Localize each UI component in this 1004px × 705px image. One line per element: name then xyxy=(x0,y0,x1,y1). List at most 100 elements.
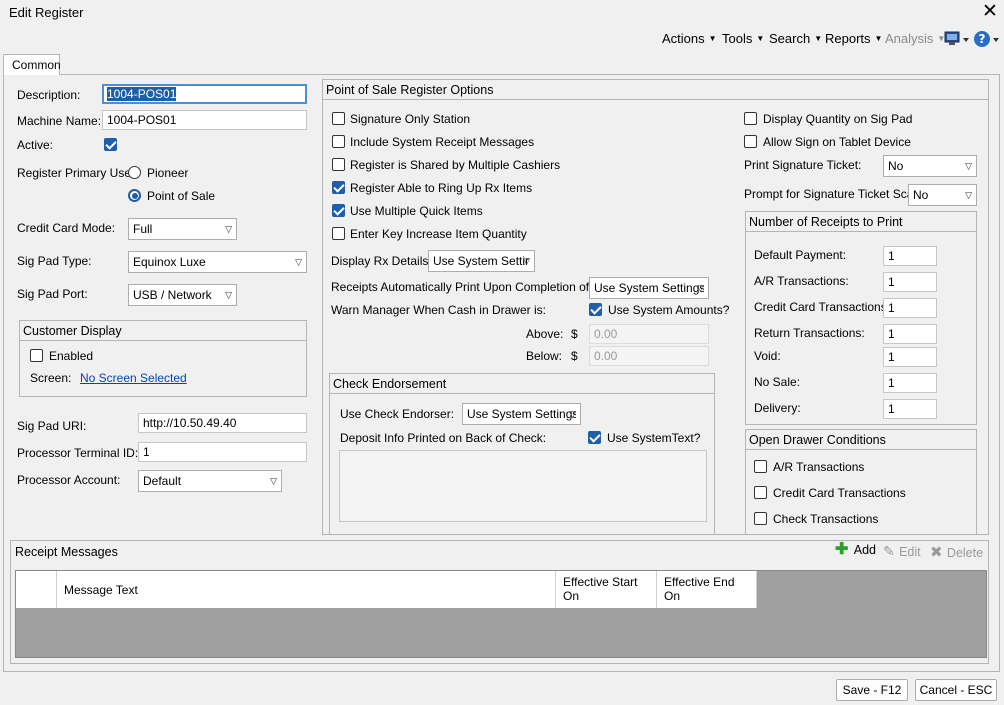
sig-pad-type-value: Equinox Luxe xyxy=(133,255,206,269)
sig-pad-port-select[interactable]: USB / Network ▽ xyxy=(128,284,237,306)
column-header-message-text[interactable]: Message Text xyxy=(57,571,556,608)
terminal-id-field[interactable]: 1 xyxy=(138,442,307,462)
drawer-check-checkbox[interactable] xyxy=(754,512,767,525)
column-header-label: Effective Start On xyxy=(563,575,638,603)
column-header-effective-start[interactable]: Effective Start On xyxy=(556,571,657,608)
menu-reports[interactable]: Reports ▼ xyxy=(825,31,882,47)
customer-display-enabled-checkbox[interactable] xyxy=(30,349,43,362)
receipts-row-label: Delivery: xyxy=(754,401,801,415)
no-sale-field[interactable]: 1 xyxy=(883,373,937,393)
use-endorser-select[interactable]: Use System Settings ▽ xyxy=(462,403,581,425)
customer-display-enabled-label: Enabled xyxy=(49,349,94,363)
description-label: Description: xyxy=(17,88,81,102)
description-field[interactable]: 1004-POS01 xyxy=(102,84,307,104)
below-amount-value: 0.00 xyxy=(594,349,618,363)
add-button[interactable]: ✚ Add xyxy=(835,542,876,561)
primary-use-pos-radio[interactable] xyxy=(128,189,141,202)
row-selector-header xyxy=(16,571,57,608)
void-field[interactable]: 1 xyxy=(883,347,937,367)
use-system-text-checkbox[interactable] xyxy=(588,431,601,444)
cancel-button[interactable]: Cancel - ESC xyxy=(915,679,997,701)
receipts-row-label: No Sale: xyxy=(754,375,801,389)
enter-key-increase-label: Enter Key Increase Item Quantity xyxy=(350,227,527,241)
credit-card-transactions-field[interactable]: 1 xyxy=(883,298,937,318)
void-value: 1 xyxy=(888,350,895,364)
sig-pad-type-label: Sig Pad Type: xyxy=(17,254,92,268)
drawer-credit-card-label: Credit Card Transactions xyxy=(773,486,906,500)
use-system-amounts-checkbox[interactable] xyxy=(589,303,602,316)
menu-tools[interactable]: Tools ▼ xyxy=(722,31,764,47)
menu-actions[interactable]: Actions ▼ xyxy=(662,31,717,47)
menu-search[interactable]: Search ▼ xyxy=(769,31,822,47)
menu-analysis: Analysis ▼ xyxy=(885,31,945,47)
include-system-receipt-checkbox[interactable] xyxy=(332,135,345,148)
delivery-field[interactable]: 1 xyxy=(883,399,937,419)
use-endorser-value: Use System Settings xyxy=(467,407,576,421)
below-amount-field: 0.00 xyxy=(589,346,709,366)
processor-account-select[interactable]: Default ▽ xyxy=(138,470,282,492)
sig-pad-uri-field[interactable]: http://10.50.49.40 xyxy=(138,413,307,433)
display-rx-select[interactable]: Use System Settir ▽ xyxy=(428,250,535,272)
chevron-down-icon: ▼ xyxy=(874,34,883,43)
help-icon[interactable]: ? xyxy=(974,30,1000,48)
delete-button[interactable]: ✖ Delete xyxy=(930,543,983,561)
multiple-quick-items-label: Use Multiple Quick Items xyxy=(350,204,483,218)
credit-card-mode-select[interactable]: Full ▽ xyxy=(128,218,237,240)
customer-display-title: Customer Display xyxy=(23,324,122,338)
ring-up-rx-label: Register Able to Ring Up Rx Items xyxy=(350,181,533,195)
description-value: 1004-POS01 xyxy=(107,87,177,101)
display-rx-value: Use System Settir xyxy=(433,254,530,268)
display-qty-sigpad-checkbox[interactable] xyxy=(744,112,757,125)
allow-tablet-checkbox[interactable] xyxy=(744,135,757,148)
signature-only-checkbox[interactable] xyxy=(332,112,345,125)
open-drawer-title: Open Drawer Conditions xyxy=(749,433,886,447)
x-icon: ✖ xyxy=(930,544,943,561)
print-sig-ticket-value: No xyxy=(888,159,904,173)
drawer-credit-card-checkbox[interactable] xyxy=(754,486,767,499)
enter-key-increase-checkbox[interactable] xyxy=(332,227,345,240)
primary-use-label: Register Primary Use: xyxy=(17,166,135,180)
check-endorsement-title: Check Endorsement xyxy=(333,377,447,391)
machine-name-field[interactable]: 1004-POS01 xyxy=(102,110,307,130)
receipts-auto-label: Receipts Automatically Print Upon Comple… xyxy=(331,280,620,294)
below-label: Below: xyxy=(526,349,563,363)
print-sig-ticket-select[interactable]: No ▽ xyxy=(883,155,977,177)
primary-use-pioneer-radio[interactable] xyxy=(128,166,141,179)
use-system-amounts-label: Use System Amounts? xyxy=(608,303,730,317)
processor-account-label: Processor Account: xyxy=(17,473,121,487)
default-payment-field[interactable]: 1 xyxy=(883,246,937,266)
column-header-effective-end[interactable]: Effective End On xyxy=(657,571,757,608)
sig-pad-type-select[interactable]: Equinox Luxe ▽ xyxy=(128,251,307,273)
chevron-down-icon: ▼ xyxy=(814,34,823,43)
deposit-info-textarea[interactable] xyxy=(339,450,707,522)
display-rx-label: Display Rx Details: xyxy=(331,254,432,268)
edit-button[interactable]: ✎ Edit xyxy=(883,543,921,561)
shared-register-checkbox[interactable] xyxy=(332,158,345,171)
close-icon[interactable]: ✕ xyxy=(982,2,998,22)
allow-tablet-label: Allow Sign on Tablet Device xyxy=(763,135,911,149)
shared-register-label: Register is Shared by Multiple Cashiers xyxy=(350,158,561,172)
receipt-messages-title: Receipt Messages xyxy=(15,545,118,559)
ar-transactions-value: 1 xyxy=(888,275,895,289)
drawer-ar-checkbox[interactable] xyxy=(754,460,767,473)
machine-name-value: 1004-POS01 xyxy=(107,113,177,127)
pos-options-title: Point of Sale Register Options xyxy=(326,83,494,97)
credit-card-transactions-value: 1 xyxy=(888,301,895,315)
menu-search-label: Search xyxy=(769,31,811,46)
sig-pad-port-label: Sig Pad Port: xyxy=(17,287,88,301)
tab-common[interactable]: Common xyxy=(3,54,61,75)
receipt-messages-grid[interactable]: Message Text Effective Start On Effectiv… xyxy=(15,570,987,658)
ring-up-rx-checkbox[interactable] xyxy=(332,181,345,194)
drawer-check-label: Check Transactions xyxy=(773,512,879,526)
no-screen-selected-link[interactable]: No Screen Selected xyxy=(80,371,187,385)
save-button[interactable]: Save - F12 xyxy=(836,679,908,701)
multiple-quick-items-checkbox[interactable] xyxy=(332,204,345,217)
return-transactions-field[interactable]: 1 xyxy=(883,324,937,344)
prompt-sig-scan-select[interactable]: No ▽ xyxy=(908,184,977,206)
signature-only-label: Signature Only Station xyxy=(350,112,471,126)
active-checkbox[interactable] xyxy=(104,138,117,151)
above-label: Above: xyxy=(526,327,564,341)
register-device-icon[interactable] xyxy=(944,30,970,48)
ar-transactions-field[interactable]: 1 xyxy=(883,272,937,292)
receipts-auto-select[interactable]: Use System Settings ▽ xyxy=(589,277,709,299)
